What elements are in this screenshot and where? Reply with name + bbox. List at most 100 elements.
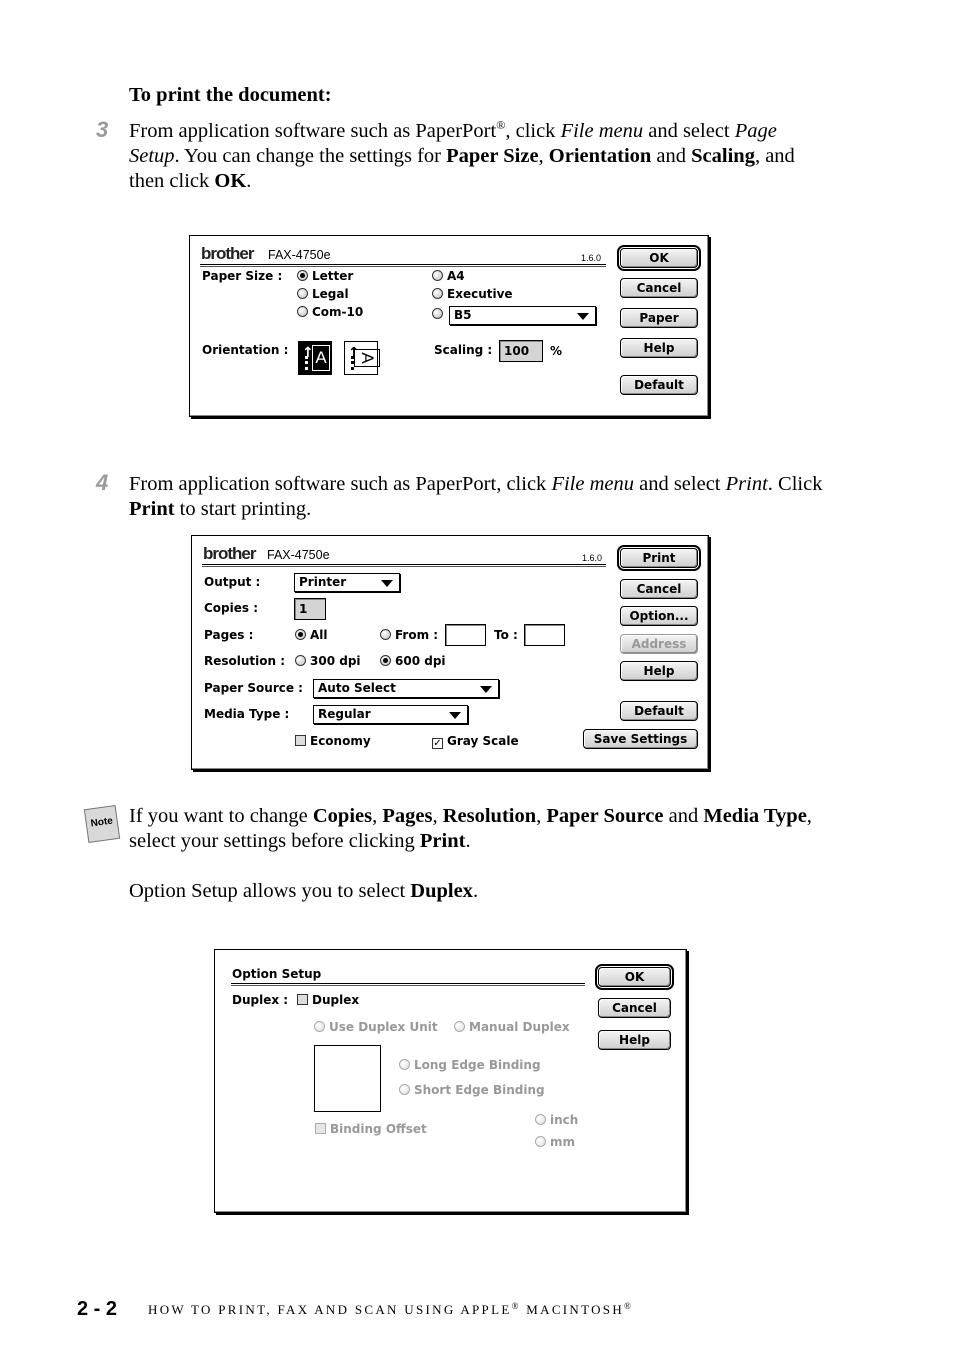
output-popup[interactable]: Printer xyxy=(294,573,400,592)
cancel-button[interactable]: Cancel xyxy=(620,278,698,298)
version-label: 1.6.0 xyxy=(581,253,602,263)
radio-manual-duplex[interactable]: Manual Duplex xyxy=(454,1020,570,1034)
note-icon: Note xyxy=(83,804,121,844)
orientation-label: Orientation : xyxy=(202,343,289,357)
brother-logo: brother xyxy=(201,244,254,263)
header-rule xyxy=(231,983,585,986)
radio-inch[interactable]: inch xyxy=(535,1113,578,1127)
version-label: 1.6.0 xyxy=(582,553,603,563)
radio-use-duplex-unit[interactable]: Use Duplex Unit xyxy=(314,1020,438,1034)
page-number: 2 - 2 xyxy=(77,1298,118,1320)
to-page-input[interactable] xyxy=(524,624,565,646)
dialog-title: Option Setup xyxy=(232,967,322,981)
other-size-popup[interactable]: B5 xyxy=(449,306,596,325)
print-button[interactable]: Print xyxy=(617,545,701,571)
cancel-button[interactable]: Cancel xyxy=(598,998,671,1018)
radio-a4[interactable]: A4 xyxy=(432,269,465,283)
duplex-checkbox[interactable]: Duplex xyxy=(297,993,359,1007)
section-heading: To print the document: xyxy=(129,84,332,106)
cancel-button[interactable]: Cancel xyxy=(620,579,698,599)
landscape-orientation-icon[interactable]: ↑ A xyxy=(344,341,380,375)
default-button[interactable]: Default xyxy=(620,701,698,721)
radio-icon xyxy=(297,288,308,299)
radio-short-edge[interactable]: Short Edge Binding xyxy=(399,1083,545,1097)
radio-long-edge[interactable]: Long Edge Binding xyxy=(399,1058,541,1072)
from-page-input[interactable] xyxy=(445,624,486,646)
portrait-orientation-icon[interactable]: ↑ A xyxy=(298,341,332,375)
copies-label: Copies : xyxy=(204,601,259,615)
radio-icon xyxy=(432,288,443,299)
step-3-text: From application software such as PaperP… xyxy=(129,118,795,192)
ok-button[interactable]: OK xyxy=(617,245,701,271)
help-button[interactable]: Help xyxy=(620,338,698,358)
output-label: Output : xyxy=(204,575,261,589)
step-number: 3 xyxy=(96,117,109,142)
radio-pages-all[interactable]: All xyxy=(295,628,328,642)
option-setup-dialog: Option Setup Duplex : Duplex Use Duplex … xyxy=(214,949,687,1213)
binding-offset-checkbox[interactable]: Binding Offset xyxy=(315,1122,427,1136)
help-button[interactable]: Help xyxy=(598,1030,671,1050)
gray-scale-checkbox[interactable]: ✓ Gray Scale xyxy=(432,734,519,749)
radio-executive[interactable]: Executive xyxy=(432,287,513,301)
radio-icon xyxy=(380,629,391,640)
radio-pages-from[interactable]: From : xyxy=(380,628,438,642)
media-type-popup[interactable]: Regular xyxy=(313,705,468,724)
dropdown-arrow-icon xyxy=(480,686,492,693)
save-settings-button[interactable]: Save Settings xyxy=(583,729,698,749)
radio-icon xyxy=(295,629,306,640)
radio-icon xyxy=(297,270,308,281)
header-rule xyxy=(202,564,606,567)
scaling-input[interactable]: 100 xyxy=(499,340,543,362)
step-number: 4 xyxy=(96,470,109,495)
note-text: If you want to change Copies, Pages, Res… xyxy=(129,805,812,852)
duplex-label: Duplex : xyxy=(232,993,289,1007)
scaling-label: Scaling : xyxy=(434,343,493,357)
radio-icon xyxy=(314,1021,325,1032)
paper-button[interactable]: Paper xyxy=(620,308,698,328)
print-dialog: brother FAX-4750e 1.6.0 Output : Printer… xyxy=(191,535,709,770)
radio-icon xyxy=(380,655,391,666)
option-button[interactable]: Option... xyxy=(620,606,698,626)
help-button[interactable]: Help xyxy=(620,661,698,681)
model-name: FAX-4750e xyxy=(267,548,330,562)
option-setup-text: Option Setup allows you to select Duplex… xyxy=(129,880,479,902)
header-rule xyxy=(200,264,606,267)
binding-preview xyxy=(314,1045,381,1112)
dropdown-arrow-icon xyxy=(381,580,393,587)
radio-icon xyxy=(399,1084,410,1095)
radio-icon xyxy=(454,1021,465,1032)
radio-other-size[interactable] xyxy=(432,307,447,321)
running-footer: HOW TO PRINT, FAX AND SCAN USING APPLE® … xyxy=(148,1301,634,1318)
model-name: FAX-4750e xyxy=(268,248,331,262)
radio-icon xyxy=(432,270,443,281)
checkbox-icon xyxy=(315,1123,326,1134)
paper-size-label: Paper Size : xyxy=(202,269,283,283)
radio-600dpi[interactable]: 600 dpi xyxy=(380,654,446,668)
radio-icon xyxy=(399,1059,410,1070)
radio-legal[interactable]: Legal xyxy=(297,287,349,301)
checkbox-icon xyxy=(295,735,306,746)
ok-button[interactable]: OK xyxy=(595,964,674,990)
radio-icon xyxy=(295,655,306,666)
paper-source-popup[interactable]: Auto Select xyxy=(313,679,499,698)
radio-com10[interactable]: Com-10 xyxy=(297,305,363,319)
address-button[interactable]: Address xyxy=(620,634,698,654)
radio-icon xyxy=(297,306,308,317)
radio-letter[interactable]: Letter xyxy=(297,269,353,283)
radio-icon xyxy=(432,308,443,319)
media-type-label: Media Type : xyxy=(204,707,290,721)
page-setup-dialog: brother FAX-4750e 1.6.0 Paper Size : Let… xyxy=(189,235,709,417)
dropdown-arrow-icon xyxy=(577,313,589,320)
default-button[interactable]: Default xyxy=(620,375,698,395)
percent-label: % xyxy=(550,344,563,358)
checkbox-icon xyxy=(297,994,308,1005)
pages-label: Pages : xyxy=(204,628,254,642)
radio-mm[interactable]: mm xyxy=(535,1135,575,1149)
resolution-label: Resolution : xyxy=(204,654,286,668)
radio-300dpi[interactable]: 300 dpi xyxy=(295,654,361,668)
economy-checkbox[interactable]: Economy xyxy=(295,734,371,748)
checkmark-icon: ✓ xyxy=(432,738,443,749)
paper-source-label: Paper Source : xyxy=(204,681,303,695)
radio-icon xyxy=(535,1136,546,1147)
copies-input[interactable]: 1 xyxy=(294,598,326,620)
